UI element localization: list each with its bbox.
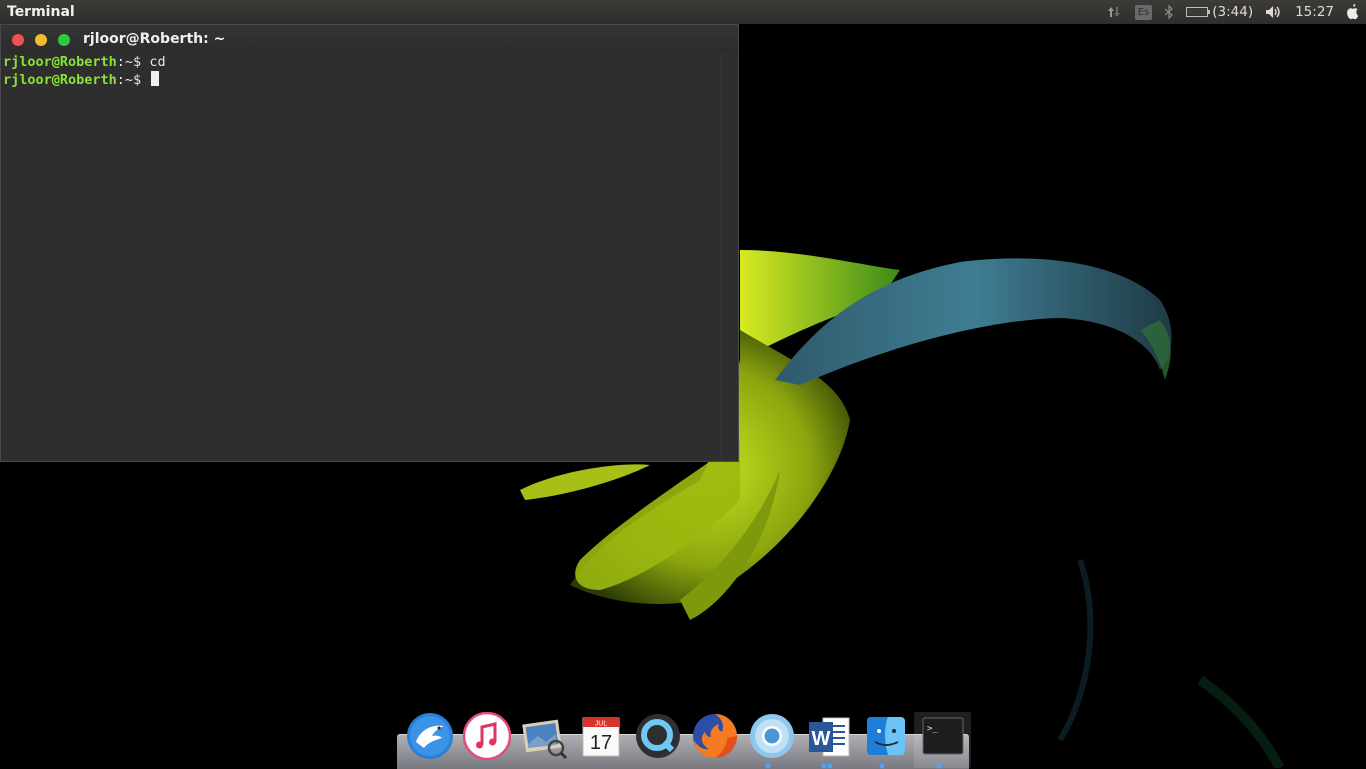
- keyboard-layout-label: Es: [1134, 4, 1153, 20]
- dock-item-quicktime[interactable]: [629, 712, 686, 768]
- window-title: rjloor@Roberth: ~: [83, 31, 226, 47]
- battery-time: (3:44): [1212, 4, 1254, 20]
- terminal-glyph: >_: [927, 724, 938, 734]
- keyboard-layout-indicator[interactable]: Es: [1129, 0, 1159, 24]
- bluetooth-icon[interactable]: [1158, 0, 1180, 24]
- maximize-button[interactable]: [58, 34, 70, 46]
- command-text: cd: [149, 54, 166, 70]
- quicktime-icon: [635, 714, 680, 758]
- running-indicator: [880, 764, 884, 768]
- apple-menu-icon[interactable]: [1340, 0, 1366, 24]
- text-cursor: [151, 71, 160, 86]
- network-icon[interactable]: [1101, 0, 1129, 24]
- terminal-scrollbar[interactable]: [721, 53, 738, 461]
- terminal-output[interactable]: rjloor@Roberth:~$ cd rjloor@Roberth:~$: [1, 53, 722, 461]
- active-app-title: Terminal: [7, 4, 75, 20]
- close-button[interactable]: [12, 34, 24, 46]
- eagle-mail-icon: [406, 713, 453, 759]
- dock: JUL 17 W >_: [397, 706, 971, 769]
- calendar-day: 17: [589, 732, 611, 754]
- photo-viewer-icon: [521, 719, 567, 760]
- terminal-titlebar[interactable]: rjloor@Roberth: ~: [1, 25, 738, 53]
- running-indicator: [937, 764, 941, 768]
- calendar-month: JUL: [594, 721, 607, 728]
- dock-item-terminal[interactable]: >_: [914, 712, 971, 768]
- terminal-line: rjloor@Roberth:~$ cd: [3, 54, 720, 71]
- dock-item-chromium[interactable]: [743, 712, 800, 768]
- running-indicator: [766, 764, 770, 768]
- prompt-path: :~$: [116, 54, 150, 70]
- battery-indicator[interactable]: (3:44): [1180, 0, 1259, 24]
- running-indicator: [822, 764, 826, 768]
- prompt-user: rjloor@Roberth: [3, 72, 117, 88]
- minimize-button[interactable]: [35, 34, 47, 46]
- word-icon: W: [808, 717, 849, 757]
- dock-item-calendar[interactable]: JUL 17: [572, 712, 629, 768]
- dock-item-mail[interactable]: [401, 712, 458, 768]
- battery-icon: [1186, 7, 1211, 17]
- word-letter: W: [811, 728, 830, 750]
- dock-item-finder[interactable]: [857, 712, 914, 768]
- clock[interactable]: 15:27: [1289, 0, 1340, 24]
- prompt-path: :~$: [116, 72, 150, 88]
- terminal-line: rjloor@Roberth:~$: [3, 71, 720, 88]
- dock-item-image-viewer[interactable]: [515, 712, 572, 768]
- terminal-window[interactable]: rjloor@Roberth: ~ rjloor@Roberth:~$ cd r…: [0, 24, 739, 462]
- calendar-icon: JUL 17: [582, 717, 619, 757]
- terminal-icon: >_: [922, 717, 963, 755]
- volume-icon[interactable]: [1259, 0, 1289, 24]
- dock-item-itunes[interactable]: [458, 712, 515, 768]
- firefox-icon: [692, 714, 737, 758]
- running-indicator: [828, 764, 832, 768]
- chromium-icon: [749, 714, 794, 758]
- prompt-user: rjloor@Roberth: [3, 54, 117, 70]
- top-panel: Terminal Es (3:44) 15:27: [0, 0, 1366, 24]
- finder-icon: [866, 717, 905, 755]
- system-tray: Es (3:44) 15:27: [1101, 0, 1366, 24]
- dock-item-word[interactable]: W: [800, 712, 857, 768]
- music-note-icon: [462, 712, 511, 760]
- dock-item-firefox[interactable]: [686, 712, 743, 768]
